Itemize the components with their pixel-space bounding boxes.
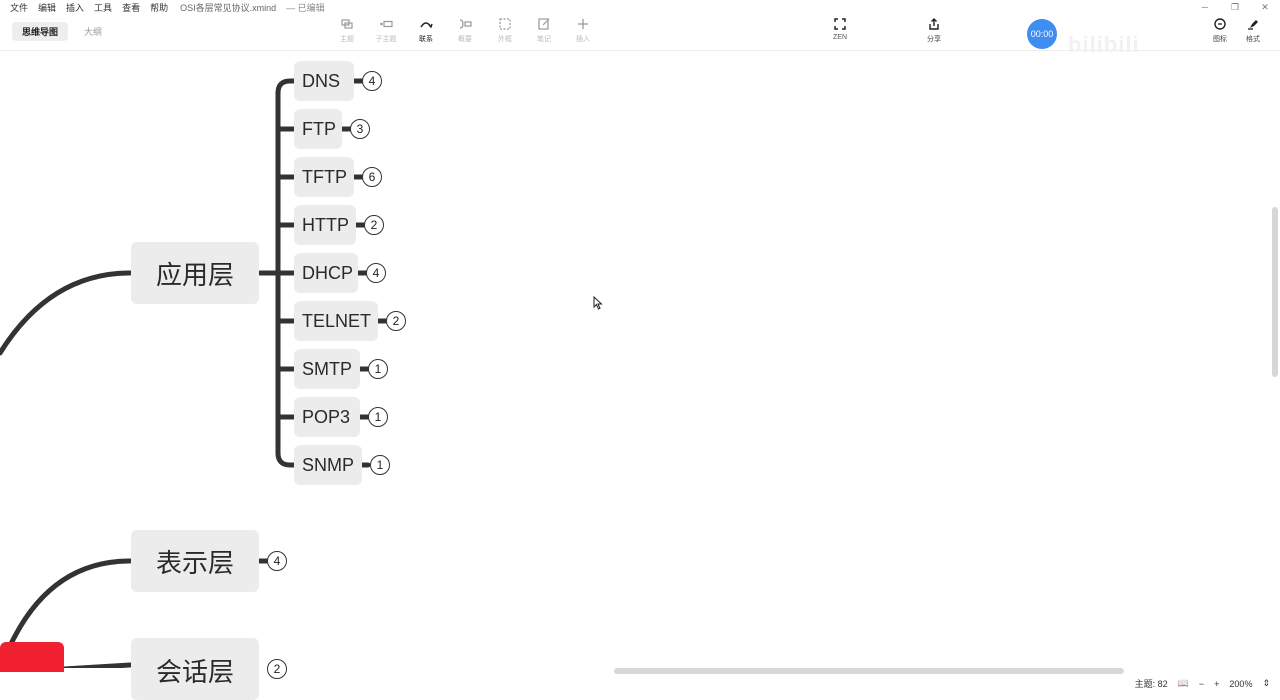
zoom-level[interactable]: 200% (1229, 679, 1252, 689)
note-label: 笔记 (537, 36, 551, 43)
sticker-icon (1214, 18, 1226, 30)
note-icon (538, 18, 550, 30)
count-badge-snmp[interactable]: 1 (370, 455, 390, 475)
count-badge-presentation[interactable]: 4 (267, 551, 287, 571)
relationship-icon (420, 22, 433, 29)
topic-tftp[interactable]: TFTP (294, 157, 354, 197)
vertical-scrollbar[interactable] (1272, 207, 1278, 377)
mouse-cursor-icon (593, 296, 603, 310)
menu-view[interactable]: 查看 (122, 1, 140, 14)
timer-badge[interactable]: 00:00 (1027, 19, 1057, 49)
topic-dns[interactable]: DNS (294, 61, 354, 101)
topic-pop3[interactable]: POP3 (294, 397, 360, 437)
topic-count: 主题: 82 (1134, 679, 1168, 689)
menu-bar: 文件 编辑 插入 工具 查看 帮助 OSI各层常见协议.xmind — 已编辑 (0, 0, 325, 14)
insert-label: 插入 (576, 36, 590, 43)
menu-file[interactable]: 文件 (10, 1, 28, 14)
central-topic[interactable] (0, 642, 64, 672)
format-label: 格式 (1246, 36, 1260, 43)
menu-insert[interactable]: 插入 (66, 1, 84, 14)
menu-tools[interactable]: 工具 (94, 1, 112, 14)
close-icon[interactable]: ✕ (1250, 0, 1280, 14)
boundary-button[interactable]: 外框 (483, 17, 527, 44)
document-status: — 已编辑 (286, 2, 325, 13)
status-bar: 主题: 82 📖 − + 200% ⇕ (0, 675, 1280, 692)
count-badge-dhcp[interactable]: 4 (366, 263, 386, 283)
view-tabs: 思维导图 大纲 (12, 22, 112, 41)
topic-button[interactable]: 主题 (325, 17, 369, 44)
zoom-in-icon[interactable]: + (1214, 679, 1219, 689)
count-badge-ftp[interactable]: 3 (350, 119, 370, 139)
summary-icon (459, 19, 472, 29)
subtopic-label: 子主题 (375, 36, 397, 43)
note-button[interactable]: 笔记 (522, 17, 566, 44)
brush-icon (1248, 20, 1258, 30)
boundary-label: 外框 (498, 36, 512, 43)
summary-label: 概要 (458, 36, 472, 43)
horizontal-scrollbar[interactable] (614, 668, 1124, 674)
share-button[interactable]: 分享 (912, 17, 956, 44)
format-panel-button[interactable]: 格式 (1231, 17, 1275, 44)
count-badge-tftp[interactable]: 6 (362, 167, 382, 187)
mindmap-canvas[interactable]: 应用层 DNS 4 FTP 3 TFTP 6 HTTP 2 DHCP 4 TEL… (0, 51, 1270, 700)
topic-snmp[interactable]: SNMP (294, 445, 362, 485)
subtopic-icon (380, 20, 393, 28)
relationship-button[interactable]: 联系 (404, 17, 448, 44)
topic-http[interactable]: HTTP (294, 205, 356, 245)
boundary-icon (499, 18, 511, 30)
menu-edit[interactable]: 编辑 (38, 1, 56, 14)
restore-icon[interactable]: ❐ (1220, 0, 1250, 14)
topic-ftp[interactable]: FTP (294, 109, 342, 149)
count-badge-pop3[interactable]: 1 (368, 407, 388, 427)
topic-icon (341, 19, 353, 29)
menu-help[interactable]: 帮助 (150, 1, 168, 14)
summary-button[interactable]: 概要 (443, 17, 487, 44)
icons-label: 图标 (1213, 36, 1227, 43)
minimize-icon[interactable]: ─ (1190, 0, 1220, 14)
count-badge-dns[interactable]: 4 (362, 71, 382, 91)
toolbar: 思维导图 大纲 主题 子主题 联系 概要 外框 笔记 插入 ZEN 分享 00:… (0, 14, 1280, 57)
topic-smtp[interactable]: SMTP (294, 349, 360, 389)
plus-icon (578, 19, 588, 29)
relationship-label: 联系 (419, 36, 433, 43)
zen-label: ZEN (833, 34, 847, 41)
count-badge-telnet[interactable]: 2 (386, 311, 406, 331)
subtopic-button[interactable]: 子主题 (364, 17, 408, 44)
count-badge-http[interactable]: 2 (364, 215, 384, 235)
zoom-stepper-icon[interactable]: ⇕ (1262, 678, 1270, 689)
document-title: OSI各层常见协议.xmind (180, 2, 277, 13)
window-controls: ─ ❐ ✕ (1190, 0, 1280, 14)
zen-button[interactable]: ZEN (818, 17, 862, 41)
map-view-icon[interactable]: 📖 (1178, 678, 1189, 689)
zoom-out-icon[interactable]: − (1199, 679, 1204, 689)
count-badge-smtp[interactable]: 1 (368, 359, 388, 379)
topic-dhcp[interactable]: DHCP (294, 253, 358, 293)
topic-presentation-layer[interactable]: 表示层 (131, 530, 259, 592)
topic-label: 主题 (340, 36, 354, 43)
topic-application-layer[interactable]: 应用层 (131, 242, 259, 304)
insert-button[interactable]: 插入 (561, 17, 605, 44)
topic-telnet[interactable]: TELNET (294, 301, 378, 341)
share-icon (929, 18, 939, 30)
fullscreen-icon (834, 18, 846, 30)
share-label: 分享 (927, 36, 941, 43)
tab-outline[interactable]: 大纲 (74, 22, 112, 41)
tab-mindmap[interactable]: 思维导图 (12, 22, 69, 41)
